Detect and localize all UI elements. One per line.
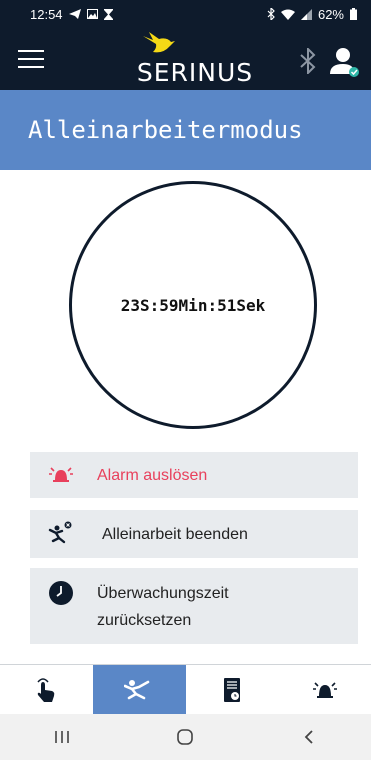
image-icon — [86, 9, 98, 19]
nav-tab-touch[interactable] — [0, 665, 93, 715]
bluetooth-icon — [300, 46, 316, 76]
nav-tab-lone-work[interactable] — [92, 665, 186, 715]
alarm-bell-icon — [312, 682, 337, 698]
fall-person-icon — [124, 680, 150, 700]
telegram-icon — [68, 9, 81, 19]
home-icon — [177, 729, 194, 745]
bluetooth-icon — [267, 8, 275, 20]
wifi-icon — [280, 9, 295, 20]
logo-text: SERINUS — [136, 58, 254, 87]
hamburger-menu-icon — [18, 50, 44, 68]
app-bar: SERINUS — [0, 28, 371, 90]
trigger-alarm-label: Alarm auslösen — [97, 467, 208, 484]
touch-hand-icon — [37, 678, 55, 702]
app-logo: SERINUS — [135, 30, 255, 88]
nav-tab-alarm[interactable] — [278, 665, 371, 715]
nav-tab-timer-log[interactable] — [186, 665, 279, 715]
user-profile-button[interactable] — [330, 46, 360, 78]
back-icon — [304, 730, 313, 744]
fall-person-icon — [48, 521, 72, 544]
menu-button[interactable] — [18, 50, 44, 70]
home-button[interactable] — [165, 722, 205, 752]
timer-document-icon — [223, 678, 240, 702]
status-bar: 12:54 62% — [0, 0, 371, 28]
status-right: 62% — [267, 7, 357, 22]
battery-percent: 62% — [317, 6, 344, 22]
bottom-navigation — [0, 664, 371, 715]
page-title-bar: Alleinarbeitermodus — [0, 90, 371, 170]
clock-icon — [49, 581, 73, 605]
end-lone-work-label: Alleinarbeit beenden — [102, 526, 248, 543]
bird-logo-icon — [143, 32, 175, 53]
status-time: 12:54 — [30, 6, 63, 22]
user-verified-icon — [330, 48, 359, 77]
timer-circle: 23S:59Min:51Sek — [69, 181, 317, 429]
back-button[interactable] — [289, 722, 329, 752]
battery-icon — [350, 8, 357, 20]
reset-monitoring-label-line1: Überwachungszeit — [97, 585, 229, 602]
recent-apps-icon — [55, 731, 69, 743]
signal-icon — [300, 8, 312, 20]
recent-apps-button[interactable] — [42, 722, 82, 752]
status-left: 12:54 — [30, 7, 113, 22]
reset-monitoring-time-button[interactable]: Überwachungszeit zurücksetzen — [30, 568, 358, 644]
end-lone-work-button[interactable]: Alleinarbeit beenden — [30, 510, 358, 558]
timer-display: 23S:59Min:51Sek — [120, 295, 266, 315]
trigger-alarm-button[interactable]: Alarm auslösen — [30, 452, 358, 498]
alarm-bell-icon — [49, 467, 73, 482]
system-navigation-bar — [0, 714, 371, 760]
page-title: Alleinarbeitermodus — [28, 116, 303, 144]
reset-monitoring-label-line2: zurücksetzen — [97, 612, 192, 629]
hourglass-icon — [103, 8, 113, 20]
bluetooth-button[interactable] — [298, 46, 318, 76]
